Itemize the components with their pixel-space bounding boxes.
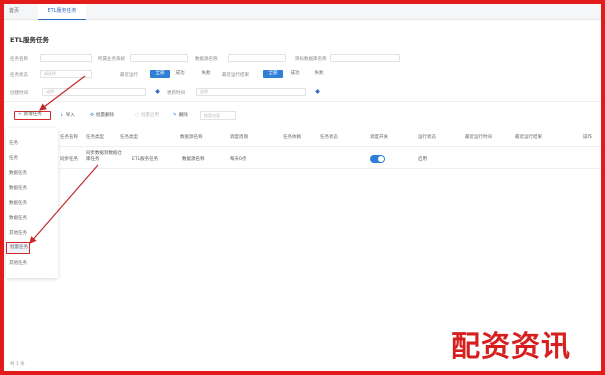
menu-item-7[interactable]: 其他任务 bbox=[6, 228, 58, 240]
target-db-input[interactable] bbox=[330, 54, 400, 62]
toolbar-search-input[interactable]: 搜索内容 bbox=[200, 111, 236, 120]
col-header-source: 数据源名称 bbox=[180, 135, 203, 140]
menu-item-9[interactable]: 其他任务 bbox=[6, 258, 58, 270]
plus-icon: + bbox=[18, 112, 22, 117]
filter-label-source-name: 数据源名称 bbox=[195, 57, 218, 62]
task-name-input[interactable] bbox=[40, 54, 92, 62]
created-time-picker[interactable]: 选择 bbox=[42, 88, 146, 96]
filter-label-updated: 更新时间 bbox=[167, 91, 185, 96]
filter-label-task-status: 任务状态 bbox=[10, 73, 28, 78]
col-header-last-run-time: 最近运行时间 bbox=[465, 135, 492, 140]
row-task-type: ETL服务任务 bbox=[132, 157, 159, 162]
business-system-input[interactable] bbox=[130, 54, 188, 62]
menu-item-6[interactable]: 数据任务 bbox=[6, 213, 58, 225]
col-header-type-2: 任务类型 bbox=[120, 135, 138, 140]
import-icon: ↓ bbox=[60, 113, 64, 118]
filter-label-target-db: 目标数据库名称 bbox=[295, 57, 327, 62]
last-run-seg-all[interactable]: 全部 bbox=[150, 70, 170, 78]
header-divider bbox=[58, 146, 601, 147]
row-task-desc: 同步数据到数据仓库任务 bbox=[86, 151, 122, 162]
menu-item-1[interactable]: 任务 bbox=[6, 138, 58, 150]
task-status-placeholder: 请选择 bbox=[44, 71, 56, 76]
toggle-knob bbox=[378, 156, 384, 162]
last-result-seg-success[interactable]: 成功 bbox=[288, 70, 302, 78]
col-header-actions: 操作 bbox=[583, 135, 592, 140]
settings-icon: ⚙ bbox=[90, 113, 95, 118]
tab-etl-service-tasks[interactable]: ETL服务任务 bbox=[38, 4, 86, 20]
tab-home[interactable]: 首页 bbox=[9, 4, 33, 20]
updated-calendar-icon[interactable]: ◆ bbox=[314, 88, 321, 95]
new-task-dropdown-menu: 任务 任务 数据任务 数据任务 数据任务 数据任务 其他任务 批量任务 其他任务 bbox=[6, 128, 58, 278]
watermark-text: 配资资讯 bbox=[451, 326, 599, 366]
menu-item-2[interactable]: 任务 bbox=[6, 153, 58, 165]
created-calendar-icon[interactable]: ◆ bbox=[154, 88, 161, 95]
source-name-input[interactable] bbox=[228, 54, 286, 62]
menu-item-highlighted[interactable]: 批量任务 bbox=[6, 242, 30, 254]
col-header-cycle[interactable]: 调度周期 bbox=[230, 134, 248, 140]
section-divider bbox=[4, 101, 601, 102]
col-header-type: 任务类型 bbox=[86, 135, 104, 140]
tab-bar: 首页 ETL服务任务 bbox=[4, 4, 601, 20]
row-divider bbox=[58, 168, 601, 169]
col-header-name: 任务名称 bbox=[60, 135, 78, 140]
check-icon: ○ bbox=[135, 113, 139, 118]
menu-item-5[interactable]: 数据任务 bbox=[6, 198, 58, 210]
delete-button[interactable]: ✎ 删除 bbox=[173, 111, 188, 120]
import-label: 导入 bbox=[65, 113, 75, 118]
new-task-label: 新增任务 bbox=[23, 112, 42, 117]
filter-label-last-run: 最近运行 bbox=[120, 73, 138, 78]
delete-label: 删除 bbox=[178, 113, 188, 118]
col-header-switch: 调度开关 bbox=[370, 135, 388, 140]
filter-label-task-name: 任务名称 bbox=[10, 57, 28, 62]
created-time-placeholder: 选择 bbox=[46, 89, 54, 94]
import-button[interactable]: ↓ 导入 bbox=[60, 111, 75, 120]
batch-delete-label: 批量删除 bbox=[96, 113, 115, 118]
col-header-status: 任务状态 bbox=[320, 135, 338, 140]
col-header-run-state: 运行状态 bbox=[418, 135, 436, 140]
batch-enable-label: 批量启用 bbox=[140, 113, 159, 118]
filter-label-last-run-result: 最近运行结果 bbox=[222, 73, 249, 78]
page-title: ETL服务任务 bbox=[10, 36, 50, 44]
last-result-seg-all[interactable]: 全部 bbox=[263, 70, 283, 78]
toolbar-search-placeholder: 搜索内容 bbox=[204, 113, 220, 118]
col-header-dependency: 任务依赖 bbox=[283, 135, 301, 140]
menu-item-3[interactable]: 数据任务 bbox=[6, 168, 58, 180]
row-status: 启用 bbox=[418, 157, 427, 162]
col-header-last-result: 最近运行结果 bbox=[515, 135, 542, 140]
row-source: 数据源名称 bbox=[182, 157, 205, 162]
row-schedule-toggle[interactable] bbox=[370, 155, 385, 163]
filter-label-created: 创建时间 bbox=[10, 91, 28, 96]
last-result-seg-fail[interactable]: 失败 bbox=[312, 70, 326, 78]
trash-icon: ✎ bbox=[173, 113, 177, 118]
last-run-seg-fail[interactable]: 失败 bbox=[199, 70, 213, 78]
menu-item-4[interactable]: 数据任务 bbox=[6, 183, 58, 195]
batch-delete-button[interactable]: ⚙ 批量删除 bbox=[90, 111, 114, 120]
row-task-name[interactable]: 同步任务 bbox=[60, 156, 78, 162]
updated-time-placeholder: 选择 bbox=[200, 89, 208, 94]
pagination-total: 共 1 条 bbox=[10, 362, 25, 367]
batch-enable-button[interactable]: ○ 批量启用 bbox=[135, 111, 159, 120]
filter-label-business-system: 所属业务系统 bbox=[98, 57, 125, 62]
new-task-dropdown-button[interactable]: + 新增任务 bbox=[14, 111, 51, 120]
row-cycle: 每天0点 bbox=[230, 157, 247, 162]
updated-time-picker[interactable]: 选择 bbox=[196, 88, 306, 96]
last-run-seg-success[interactable]: 成功 bbox=[173, 70, 187, 78]
task-status-select[interactable]: 请选择 bbox=[40, 70, 92, 78]
